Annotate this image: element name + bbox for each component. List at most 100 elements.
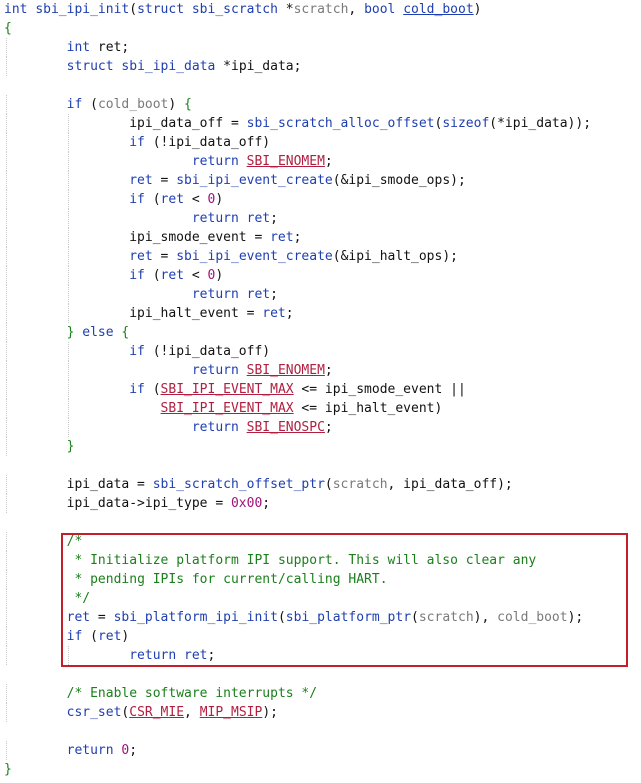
code-line: return ret;	[0, 285, 641, 304]
indent-guide	[68, 266, 70, 285]
indent-guide	[6, 570, 7, 589]
code-token: ,	[348, 2, 365, 17]
code-token: sbi_scratch	[191, 2, 278, 17]
code-line: } else {	[0, 323, 641, 342]
code-token: ,	[184, 705, 200, 720]
code-token: }	[4, 762, 12, 777]
code-token: sbi_platform_ptr	[285, 610, 412, 625]
code-token: ret	[129, 173, 153, 188]
code-line: ret = sbi_ipi_event_create(&ipi_smode_op…	[0, 171, 641, 190]
code-token: SBI_IPI_EVENT_MAX	[160, 382, 294, 397]
indent-guide	[6, 190, 7, 209]
indent-guide	[6, 532, 7, 551]
code-token: (*ipi_data));	[489, 116, 592, 131]
code-line: SBI_IPI_EVENT_MAX <= ipi_halt_event)	[0, 399, 641, 418]
indent-guide	[6, 95, 7, 114]
code-line: * Initialize platform IPI support. This …	[0, 551, 641, 570]
code-line: ipi_data = sbi_scratch_offset_ptr(scratc…	[0, 475, 641, 494]
code-token: MIP_MSIP	[199, 705, 263, 720]
code-token: ret	[129, 249, 153, 264]
code-token: (	[277, 610, 286, 625]
indent-guide	[6, 646, 7, 665]
indent-guide	[6, 57, 7, 76]
code-line: ipi_data->ipi_type = 0x00;	[0, 494, 641, 513]
code-token: if	[66, 629, 83, 644]
code-token: scratch	[418, 610, 474, 625]
indent-guide	[6, 741, 7, 760]
code-line: return SBI_ENOMEM;	[0, 152, 641, 171]
code-token: * pending IPIs for current/calling HART.	[66, 572, 388, 587]
indent-guide	[6, 551, 7, 570]
indent-guide	[68, 114, 70, 133]
code-token: return	[191, 154, 239, 169]
code-line: if (ret)	[0, 627, 641, 646]
code-token: return	[66, 743, 114, 758]
code-token: /* Enable software interrupts */	[66, 686, 318, 701]
code-token: =	[152, 249, 177, 264]
code-token: =	[152, 173, 177, 188]
indent-guide	[6, 209, 7, 228]
code-token: return	[191, 420, 239, 435]
code-token: (	[144, 192, 161, 207]
code-token: SBI_ENOSPC	[246, 420, 325, 435]
code-token: if	[129, 192, 145, 207]
code-line: * pending IPIs for current/calling HART.	[0, 570, 641, 589]
code-token: ret	[66, 610, 91, 625]
code-token: (	[324, 477, 333, 492]
code-line: return 0;	[0, 741, 641, 760]
code-line: /* Enable software interrupts */	[0, 684, 641, 703]
code-line: if (ret < 0)	[0, 190, 641, 209]
code-editor[interactable]: int sbi_ipi_init(struct sbi_scratch *scr…	[0, 0, 641, 779]
indent-guide	[68, 247, 70, 266]
code-token: int	[66, 40, 91, 55]
indent-guide	[6, 380, 7, 399]
indent-guide	[6, 627, 7, 646]
indent-guide	[6, 684, 7, 703]
code-token: =	[90, 610, 114, 625]
code-token: ;	[324, 363, 333, 378]
code-token: )	[215, 192, 224, 207]
code-token: sbi_ipi_data	[121, 59, 216, 74]
code-line: ipi_data_off = sbi_scratch_alloc_offset (…	[0, 114, 641, 133]
code-line: int ret;	[0, 38, 641, 57]
code-token: ;	[285, 306, 294, 321]
code-line: }	[0, 437, 641, 456]
indent-guide	[6, 266, 7, 285]
code-token: {	[4, 21, 12, 36]
code-token: ret;	[90, 40, 130, 55]
indent-guide	[6, 475, 7, 494]
code-line: {	[0, 19, 641, 38]
code-token: cold_boot	[97, 97, 169, 112]
code-token: CSR_MIE	[129, 705, 185, 720]
code-token: ;	[324, 154, 333, 169]
indent-guide	[6, 494, 7, 513]
code-token: return	[129, 648, 177, 663]
indent-guide	[68, 399, 70, 418]
indent-guide	[68, 646, 70, 665]
code-line: ret = sbi_platform_ipi_init(sbi_platform…	[0, 608, 641, 627]
code-token: SBI_IPI_EVENT_MAX	[160, 401, 294, 416]
code-token: *ipi_data;	[215, 59, 302, 74]
code-token: scratch	[332, 477, 388, 492]
code-line: int sbi_ipi_init(struct sbi_scratch *scr…	[0, 0, 641, 19]
code-token: (	[144, 382, 161, 397]
code-line: struct sbi_ipi_data *ipi_data;	[0, 57, 641, 76]
